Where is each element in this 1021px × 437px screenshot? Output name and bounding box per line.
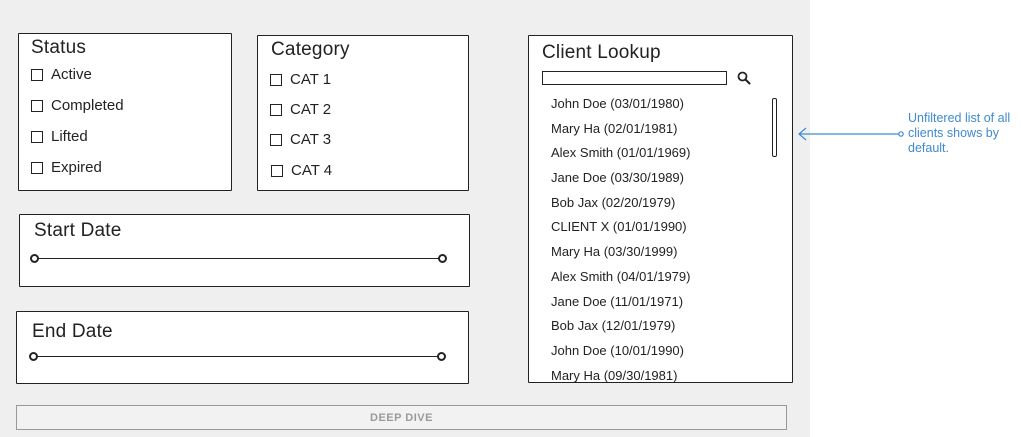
client-list-item[interactable]: Jane Doe (03/30/1989) [551, 166, 751, 191]
checkbox[interactable] [31, 99, 43, 112]
status-option-completed[interactable]: Completed [31, 97, 124, 114]
end-date-slider-track[interactable] [37, 356, 439, 357]
category-title: Category [271, 39, 350, 60]
client-list-item[interactable]: John Doe (03/01/1980) [551, 92, 751, 117]
status-filter-panel: Status Active Completed Lifted Expired [18, 33, 232, 191]
client-list-item[interactable]: Mary Ha (03/30/1999) [551, 240, 751, 265]
category-option-cat4[interactable]: CAT 4 [271, 162, 332, 179]
category-option-label: CAT 4 [291, 162, 333, 179]
client-list-item[interactable]: Mary Ha (09/30/1981) [551, 364, 751, 389]
client-list-item[interactable]: Alex Smith (04/01/1979) [551, 265, 751, 290]
client-list: John Doe (03/01/1980) Mary Ha (02/01/1981… [551, 92, 751, 388]
checkbox[interactable] [270, 73, 282, 86]
checkbox[interactable] [31, 68, 43, 81]
status-option-lifted[interactable]: Lifted [31, 128, 88, 145]
client-list-item[interactable]: Mary Ha (02/01/1981) [551, 117, 751, 142]
status-option-expired[interactable]: Expired [31, 159, 102, 176]
client-list-scrollbar[interactable] [772, 98, 777, 157]
status-option-label: Completed [51, 97, 124, 114]
status-option-label: Expired [51, 159, 102, 176]
checkbox[interactable] [271, 164, 283, 177]
category-option-label: CAT 3 [290, 131, 332, 148]
checkbox[interactable] [31, 161, 43, 174]
client-list-item[interactable]: Bob Jax (02/20/1979) [551, 191, 751, 216]
client-list-item[interactable]: Alex Smith (01/01/1969) [551, 141, 751, 166]
start-date-min-handle[interactable] [30, 254, 39, 263]
checkbox[interactable] [270, 103, 282, 116]
start-date-max-handle[interactable] [438, 254, 447, 263]
category-option-cat2[interactable]: CAT 2 [270, 101, 331, 118]
end-date-panel: End Date [16, 311, 469, 384]
start-date-slider-track[interactable] [38, 258, 440, 259]
category-option-label: CAT 1 [290, 71, 332, 88]
status-option-label: Lifted [51, 128, 88, 145]
checkbox[interactable] [270, 133, 282, 146]
checkbox[interactable] [31, 130, 43, 143]
end-date-max-handle[interactable] [437, 352, 446, 361]
client-list-item[interactable]: CLIENT X (01/01/1990) [551, 215, 751, 240]
client-lookup-panel: Client Lookup John Doe (03/01/1980) Mary … [528, 35, 793, 383]
status-option-active[interactable]: Active [31, 66, 92, 83]
category-filter-panel: Category CAT 1 CAT 2 CAT 3 CAT 4 [257, 35, 469, 191]
category-option-cat3[interactable]: CAT 3 [270, 131, 331, 148]
arrow-left-icon [798, 127, 904, 141]
client-list-item[interactable]: John Doe (10/01/1990) [551, 339, 751, 364]
category-option-cat1[interactable]: CAT 1 [270, 71, 331, 88]
search-icon[interactable] [737, 71, 751, 85]
annotation-note: Unfiltered list of all clients shows by … [908, 111, 1011, 155]
end-date-title: End Date [32, 321, 113, 342]
status-title: Status [31, 37, 87, 58]
start-date-title: Start Date [34, 220, 122, 241]
client-list-item[interactable]: Bob Jax (12/01/1979) [551, 314, 751, 339]
status-option-label: Active [51, 66, 92, 83]
start-date-panel: Start Date [19, 214, 470, 287]
category-option-label: CAT 2 [290, 101, 332, 118]
end-date-min-handle[interactable] [29, 352, 38, 361]
deep-dive-button[interactable]: DEEP DIVE [16, 405, 787, 430]
client-lookup-title: Client Lookup [542, 42, 661, 63]
wireframe-canvas: Status Active Completed Lifted Expired C… [0, 0, 810, 437]
client-list-item[interactable]: Jane Doe (11/01/1971) [551, 290, 751, 315]
client-search-input[interactable] [542, 71, 727, 85]
